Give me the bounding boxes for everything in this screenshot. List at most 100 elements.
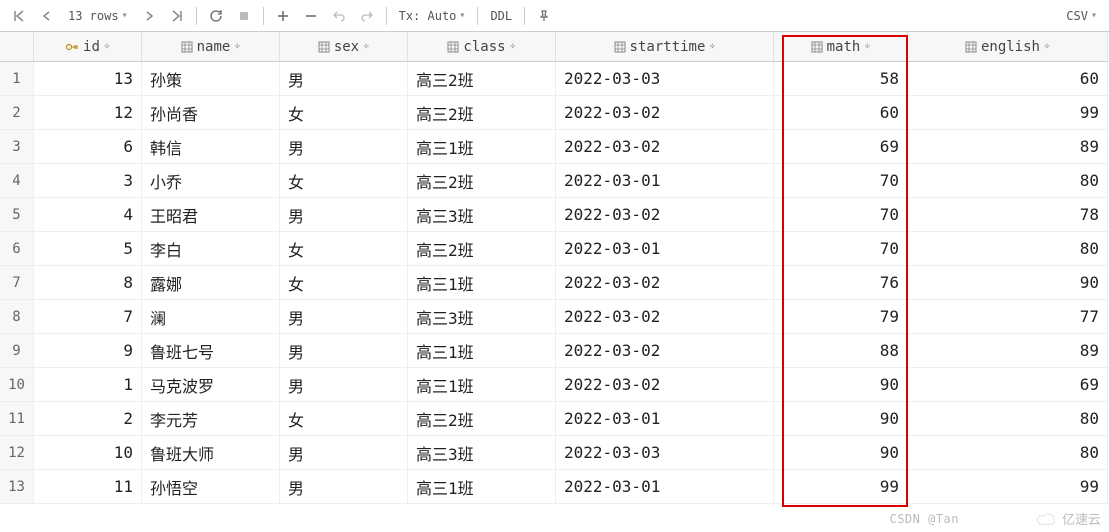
row-number[interactable]: 9 [0,334,34,368]
cell-id[interactable]: 12 [34,96,142,130]
cell-id[interactable]: 7 [34,300,142,334]
cell-id[interactable]: 4 [34,198,142,232]
cell-starttime[interactable]: 2022-03-03 [556,436,774,470]
cell-math[interactable]: 99 [774,470,908,504]
column-header-english[interactable]: english÷ [908,32,1108,62]
cell-sex[interactable]: 女 [280,232,408,266]
row-number[interactable]: 2 [0,96,34,130]
prev-page-button[interactable] [34,4,60,28]
column-header-class[interactable]: class÷ [408,32,556,62]
row-number[interactable]: 4 [0,164,34,198]
cell-class[interactable]: 高三1班 [408,470,556,504]
cell-english[interactable]: 89 [908,130,1108,164]
cell-english[interactable]: 77 [908,300,1108,334]
cell-starttime[interactable]: 2022-03-02 [556,368,774,402]
row-number[interactable]: 10 [0,368,34,402]
column-header-math[interactable]: math÷ [774,32,908,62]
cell-id[interactable]: 1 [34,368,142,402]
cell-sex[interactable]: 女 [280,266,408,300]
cell-name[interactable]: 露娜 [142,266,280,300]
cell-id[interactable]: 6 [34,130,142,164]
cell-name[interactable]: 韩信 [142,130,280,164]
stop-button[interactable] [231,4,257,28]
cell-id[interactable]: 3 [34,164,142,198]
cell-starttime[interactable]: 2022-03-01 [556,164,774,198]
cell-starttime[interactable]: 2022-03-02 [556,334,774,368]
cell-name[interactable]: 马克波罗 [142,368,280,402]
cell-english[interactable]: 90 [908,266,1108,300]
cell-name[interactable]: 鲁班七号 [142,334,280,368]
cell-name[interactable]: 李元芳 [142,402,280,436]
cell-starttime[interactable]: 2022-03-01 [556,470,774,504]
cell-math[interactable]: 88 [774,334,908,368]
last-page-button[interactable] [164,4,190,28]
cell-english[interactable]: 60 [908,62,1108,96]
cell-english[interactable]: 99 [908,470,1108,504]
cell-english[interactable]: 99 [908,96,1108,130]
cell-name[interactable]: 澜 [142,300,280,334]
cell-math[interactable]: 70 [774,232,908,266]
row-number[interactable]: 8 [0,300,34,334]
column-header-id[interactable]: id÷ [34,32,142,62]
cell-starttime[interactable]: 2022-03-02 [556,266,774,300]
cell-english[interactable]: 69 [908,368,1108,402]
cell-math[interactable]: 76 [774,266,908,300]
cell-math[interactable]: 69 [774,130,908,164]
cell-starttime[interactable]: 2022-03-02 [556,130,774,164]
cell-id[interactable]: 2 [34,402,142,436]
cell-class[interactable]: 高三3班 [408,436,556,470]
cell-name[interactable]: 孙策 [142,62,280,96]
cell-math[interactable]: 79 [774,300,908,334]
cell-sex[interactable]: 男 [280,62,408,96]
sort-icon[interactable]: ÷ [510,41,516,52]
revert-button[interactable] [326,4,352,28]
cell-class[interactable]: 高三3班 [408,198,556,232]
sort-icon[interactable]: ÷ [363,41,369,52]
cell-math[interactable]: 70 [774,198,908,232]
cell-class[interactable]: 高三2班 [408,62,556,96]
cell-english[interactable]: 78 [908,198,1108,232]
cell-id[interactable]: 9 [34,334,142,368]
row-number[interactable]: 12 [0,436,34,470]
row-number[interactable]: 3 [0,130,34,164]
cell-sex[interactable]: 女 [280,402,408,436]
row-number[interactable]: 5 [0,198,34,232]
cell-english[interactable]: 89 [908,334,1108,368]
sort-icon[interactable]: ÷ [1044,41,1050,52]
cell-sex[interactable]: 男 [280,334,408,368]
sort-icon[interactable]: ÷ [709,41,715,52]
row-number[interactable]: 11 [0,402,34,436]
cell-class[interactable]: 高三1班 [408,266,556,300]
cell-math[interactable]: 70 [774,164,908,198]
cell-sex[interactable]: 男 [280,198,408,232]
cell-name[interactable]: 李白 [142,232,280,266]
cell-id[interactable]: 5 [34,232,142,266]
cell-name[interactable]: 鲁班大师 [142,436,280,470]
export-format-dropdown[interactable]: CSV ▾ [1060,4,1103,28]
row-number[interactable]: 1 [0,62,34,96]
cell-class[interactable]: 高三3班 [408,300,556,334]
cell-sex[interactable]: 男 [280,130,408,164]
column-header-sex[interactable]: sex÷ [280,32,408,62]
cell-starttime[interactable]: 2022-03-01 [556,232,774,266]
cell-id[interactable]: 10 [34,436,142,470]
tx-mode-dropdown[interactable]: Tx: Auto ▾ [393,4,472,28]
pin-button[interactable] [531,4,557,28]
cell-class[interactable]: 高三1班 [408,334,556,368]
cell-sex[interactable]: 男 [280,368,408,402]
cell-sex[interactable]: 男 [280,300,408,334]
row-count-dropdown[interactable]: 13 rows ▾ [62,4,134,28]
cell-starttime[interactable]: 2022-03-02 [556,198,774,232]
commit-button[interactable] [354,4,380,28]
refresh-button[interactable] [203,4,229,28]
cell-id[interactable]: 11 [34,470,142,504]
cell-math[interactable]: 90 [774,368,908,402]
sort-icon[interactable]: ÷ [864,41,870,52]
cell-sex[interactable]: 男 [280,436,408,470]
cell-class[interactable]: 高三2班 [408,164,556,198]
sort-icon[interactable]: ÷ [104,41,110,52]
cell-starttime[interactable]: 2022-03-01 [556,402,774,436]
cell-class[interactable]: 高三2班 [408,96,556,130]
row-number[interactable]: 6 [0,232,34,266]
cell-class[interactable]: 高三1班 [408,368,556,402]
